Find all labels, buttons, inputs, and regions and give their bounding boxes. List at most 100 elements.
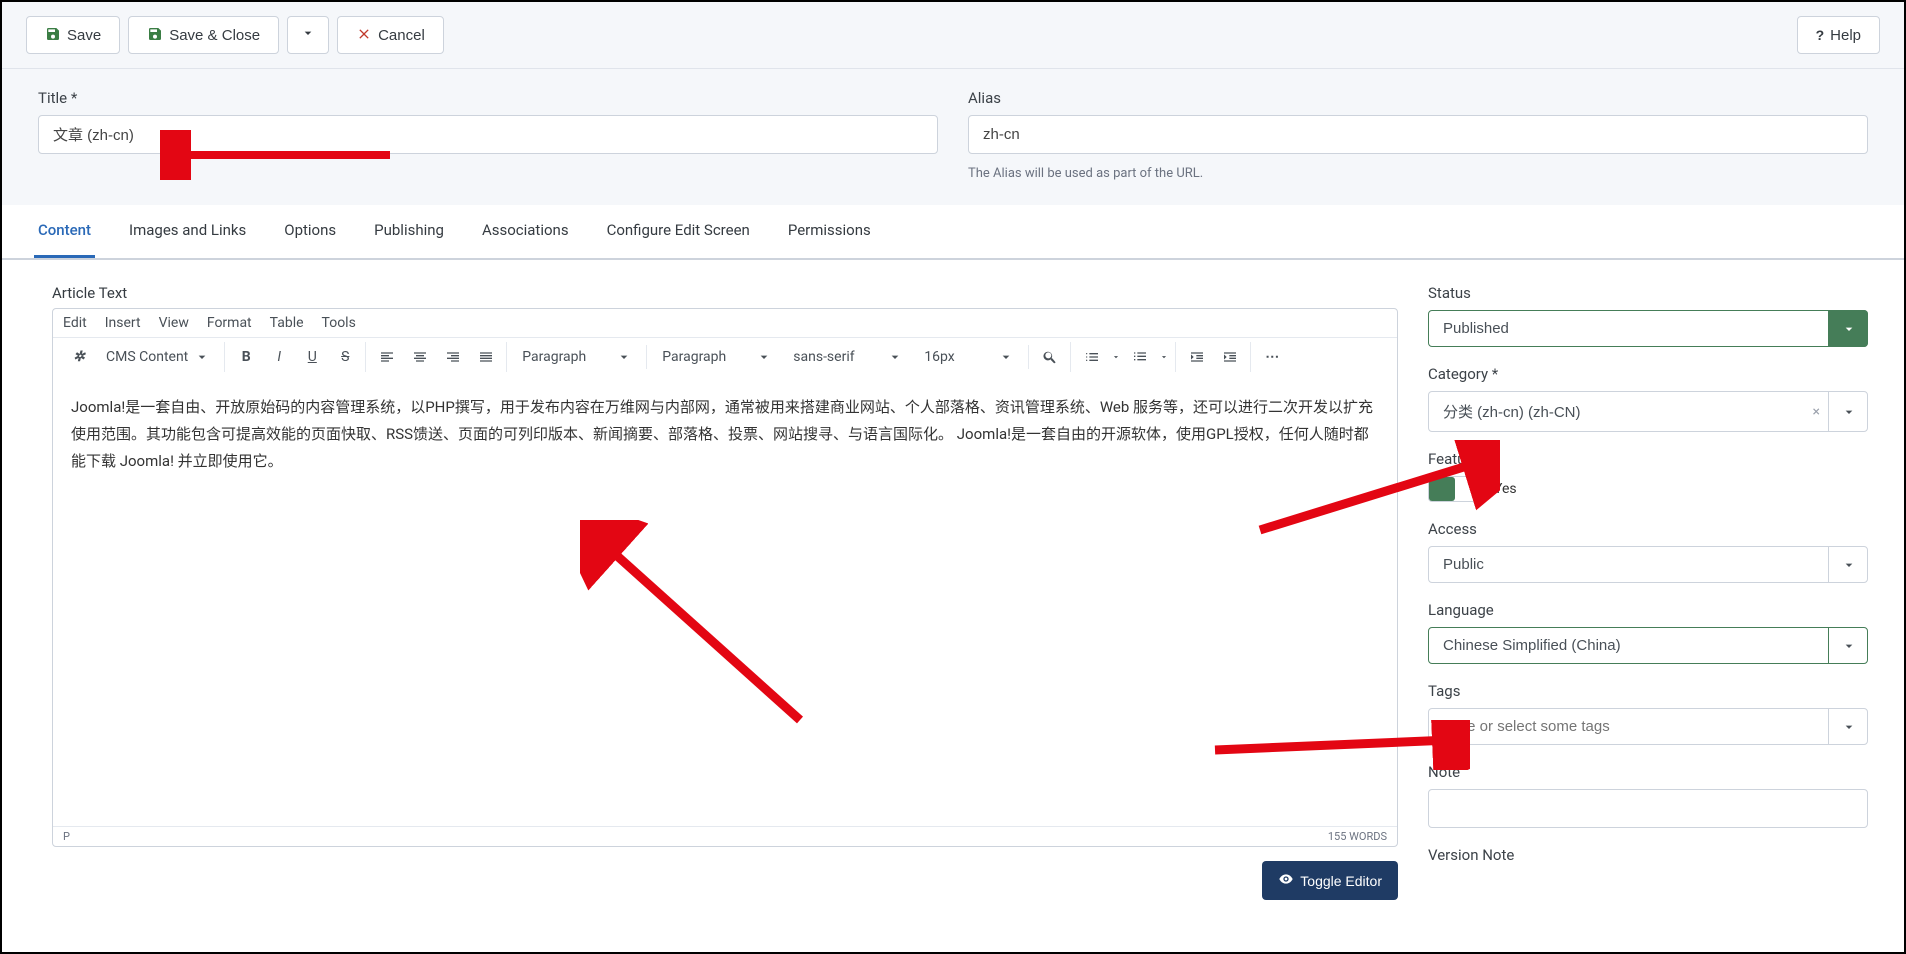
editor-toolbar: ✲ CMS Content B I U S	[53, 337, 1397, 376]
cms-content-label: CMS Content	[106, 349, 188, 365]
alias-label: Alias	[968, 89, 1868, 107]
numbered-list-button[interactable]	[1124, 342, 1156, 372]
content-area: Article Text Edit Insert View Format Tab…	[2, 260, 1904, 924]
chevron-down-icon	[194, 349, 210, 365]
language-caret[interactable]	[1828, 627, 1868, 664]
menu-table[interactable]: Table	[270, 315, 304, 331]
alias-input[interactable]	[968, 115, 1868, 154]
access-caret[interactable]	[1828, 546, 1868, 583]
title-label: Title *	[38, 89, 938, 107]
tab-publishing[interactable]: Publishing	[370, 205, 448, 258]
word-count: 155 WORDS	[1328, 830, 1387, 843]
bullet-list-button[interactable]	[1076, 342, 1108, 372]
save-close-button[interactable]: Save & Close	[128, 16, 279, 54]
menu-view[interactable]: View	[159, 315, 189, 331]
menu-edit[interactable]: Edit	[63, 315, 87, 331]
save-icon	[45, 26, 61, 45]
edit-tabs: Content Images and Links Options Publish…	[2, 205, 1904, 260]
article-text-label: Article Text	[38, 284, 1398, 302]
category-select[interactable]: 分类 (zh-cn) (zh-CN)	[1428, 391, 1868, 432]
menu-format[interactable]: Format	[207, 315, 252, 331]
switch-handle	[1429, 477, 1455, 501]
language-field: Language Chinese Simplified (China)	[1428, 601, 1868, 664]
title-field-group: Title *	[38, 89, 938, 181]
italic-button[interactable]: I	[263, 342, 295, 372]
help-icon: ?	[1816, 27, 1825, 43]
alias-field-group: Alias The Alias will be used as part of …	[968, 89, 1868, 181]
more-button[interactable]: ⋯	[1256, 342, 1288, 372]
save-close-label: Save & Close	[169, 27, 260, 44]
cancel-icon	[356, 26, 372, 45]
featured-yes-label: Yes	[1494, 481, 1517, 497]
tab-options[interactable]: Options	[280, 205, 340, 258]
align-right-button[interactable]	[437, 342, 469, 372]
note-input[interactable]	[1428, 789, 1868, 828]
tab-associations[interactable]: Associations	[478, 205, 573, 258]
block-format-dropdown[interactable]: Paragraph	[512, 345, 642, 369]
tags-label: Tags	[1428, 682, 1868, 700]
tags-caret[interactable]	[1828, 708, 1868, 745]
tab-permissions[interactable]: Permissions	[784, 205, 875, 258]
cancel-label: Cancel	[378, 27, 425, 44]
font-family-dropdown[interactable]: sans-serif	[783, 345, 913, 369]
title-alias-row: Title * Alias The Alias will be used as …	[2, 69, 1904, 205]
language-select[interactable]: Chinese Simplified (China)	[1428, 627, 1868, 664]
editor-column: Article Text Edit Insert View Format Tab…	[38, 284, 1398, 900]
status-select[interactable]: Published	[1428, 310, 1868, 347]
tab-images-links[interactable]: Images and Links	[125, 205, 250, 258]
chevron-down-icon	[887, 349, 903, 365]
underline-button[interactable]: U	[296, 342, 328, 372]
search-replace-button[interactable]	[1034, 342, 1066, 372]
cancel-button[interactable]: Cancel	[337, 16, 444, 54]
category-clear-icon[interactable]: ×	[1813, 404, 1820, 420]
font-size-dropdown[interactable]: 16px	[914, 345, 1024, 369]
featured-label: Featured	[1428, 450, 1868, 468]
outdent-button[interactable]	[1181, 342, 1213, 372]
align-justify-button[interactable]	[470, 342, 502, 372]
bullet-list-caret[interactable]	[1109, 342, 1123, 372]
style-dropdown[interactable]: Paragraph	[652, 345, 782, 369]
save-dropdown-caret[interactable]	[287, 16, 329, 54]
featured-field: Featured Yes	[1428, 450, 1868, 502]
save-label: Save	[67, 27, 101, 44]
access-select[interactable]: Public	[1428, 546, 1868, 583]
menu-tools[interactable]: Tools	[322, 315, 356, 331]
block-format-label: Paragraph	[522, 349, 586, 365]
editor-statusbar: P 155 WORDS	[53, 826, 1397, 846]
status-label: Status	[1428, 284, 1868, 302]
strike-button[interactable]: S	[329, 342, 361, 372]
chevron-down-icon	[300, 25, 316, 45]
tags-input[interactable]	[1428, 708, 1868, 745]
featured-toggle[interactable]	[1428, 476, 1480, 502]
help-label: Help	[1830, 27, 1861, 44]
save-button[interactable]: Save	[26, 16, 120, 54]
version-note-label: Version Note	[1428, 846, 1868, 864]
note-field: Note	[1428, 763, 1868, 828]
indent-button[interactable]	[1214, 342, 1246, 372]
align-center-button[interactable]	[404, 342, 436, 372]
access-field: Access Public	[1428, 520, 1868, 583]
cms-content-dropdown[interactable]: CMS Content	[96, 345, 220, 369]
alias-hint: The Alias will be used as part of the UR…	[968, 166, 1868, 181]
menu-insert[interactable]: Insert	[105, 315, 141, 331]
toggle-editor-label: Toggle Editor	[1300, 873, 1382, 889]
editor-body[interactable]: Joomla!是一套自由、开放原始码的内容管理系统，以PHP撰写，用于发布内容在…	[53, 376, 1397, 826]
chevron-down-icon	[756, 349, 772, 365]
element-path[interactable]: P	[63, 830, 70, 843]
numbered-list-caret[interactable]	[1157, 342, 1171, 372]
sidebar: Status Published Category * 分类 (zh-cn) (…	[1428, 284, 1868, 900]
align-left-button[interactable]	[371, 342, 403, 372]
help-button[interactable]: ? Help	[1797, 16, 1880, 54]
chevron-down-icon	[616, 349, 632, 365]
tab-configure[interactable]: Configure Edit Screen	[603, 205, 754, 258]
tags-field: Tags	[1428, 682, 1868, 745]
toggle-editor-button[interactable]: Toggle Editor	[1262, 861, 1398, 900]
category-caret[interactable]	[1828, 391, 1868, 432]
editor-frame: Edit Insert View Format Table Tools ✲ CM…	[52, 308, 1398, 847]
status-caret[interactable]	[1828, 310, 1868, 347]
category-field: Category * 分类 (zh-cn) (zh-CN) ×	[1428, 365, 1868, 432]
eye-icon	[1278, 871, 1294, 890]
title-input[interactable]	[38, 115, 938, 154]
bold-button[interactable]: B	[230, 342, 262, 372]
tab-content[interactable]: Content	[34, 205, 95, 258]
